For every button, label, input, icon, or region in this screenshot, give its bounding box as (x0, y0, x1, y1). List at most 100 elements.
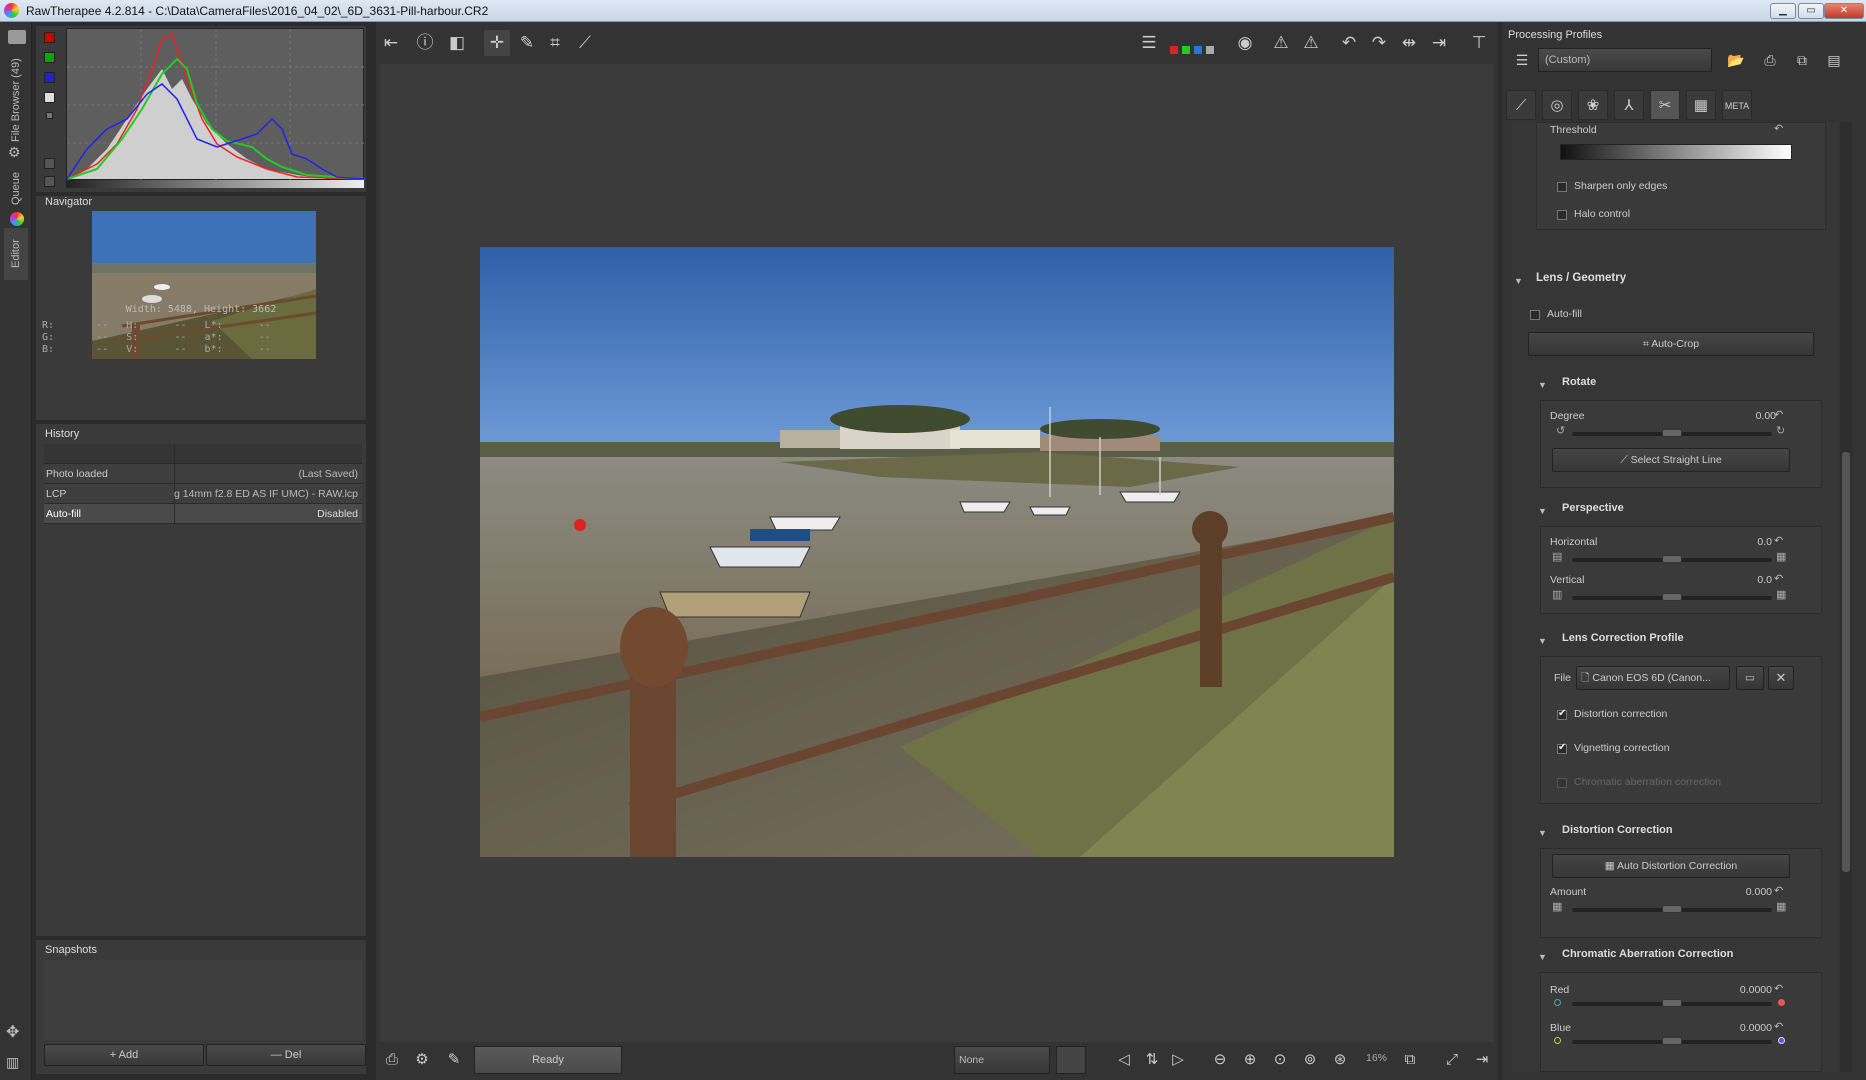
gear-icon[interactable]: ⚙ (8, 144, 21, 161)
vignetting-correction-checkbox[interactable] (1557, 742, 1567, 754)
ca-correction-title[interactable]: Chromatic Aberration Correction (1562, 948, 1733, 960)
background-color-swatch[interactable] (1056, 1046, 1086, 1074)
hide-right-panel-icon[interactable]: ⇥ (1470, 1047, 1494, 1073)
straighten-tool-icon[interactable]: ⟋ (572, 30, 598, 56)
halo-control-checkbox[interactable] (1557, 210, 1567, 220)
history-row[interactable]: LCP g 14mm f2.8 ED AS IF UMC) - RAW.lcp (44, 484, 362, 504)
profile-list-icon[interactable]: ☰ (1510, 48, 1534, 72)
threshold-curve[interactable] (1560, 144, 1792, 160)
tab-file-browser[interactable]: File Browser (49) (4, 48, 28, 152)
rotate-title[interactable]: Rotate (1562, 376, 1596, 388)
red-channel-preview[interactable] (1170, 46, 1178, 54)
flip-vertical-icon[interactable]: ⇥ (1426, 30, 1452, 56)
info-icon[interactable]: ⓘ (412, 30, 438, 56)
lens-profile-file-chooser[interactable]: 🗋 Canon EOS 6D (Canon... (1576, 666, 1730, 690)
horizontal-slider[interactable] (1572, 555, 1772, 563)
zoom-fit-icon[interactable]: ⊙ (1268, 1047, 1292, 1073)
zoom-fit-crop-icon[interactable]: ⊛ (1328, 1047, 1352, 1073)
clear-profile-button[interactable]: ✕ (1768, 666, 1794, 690)
perspective-title[interactable]: Perspective (1562, 502, 1624, 514)
green-channel-preview[interactable] (1182, 46, 1190, 54)
tool-panel-scrollbar[interactable] (1840, 122, 1852, 1072)
collapse-perspective-icon[interactable]: ▼ (1538, 506, 1547, 516)
zoom-in-icon[interactable]: ⊕ (1238, 1047, 1262, 1073)
history-row[interactable]: Photo loaded (Last Saved) (44, 464, 362, 484)
red-channel-toggle[interactable] (44, 32, 55, 43)
degree-slider[interactable] (1572, 429, 1772, 437)
new-detail-window-icon[interactable]: ⧉ (1398, 1047, 1422, 1073)
sync-icon[interactable]: ⇅ (1140, 1047, 1164, 1073)
blue-slider[interactable] (1572, 1037, 1772, 1045)
rotate-left-icon[interactable]: ↶ (1336, 30, 1362, 56)
vertical-reset-icon[interactable]: ↶ (1774, 572, 1783, 585)
tab-metadata-icon[interactable]: META (1722, 90, 1752, 120)
blue-channel-preview[interactable] (1194, 46, 1202, 54)
load-profile-icon[interactable]: 📂 (1724, 48, 1748, 72)
horizontal-value[interactable]: 0.0 (1732, 536, 1772, 548)
blue-reset-icon[interactable]: ↶ (1774, 1020, 1783, 1033)
rotate-right-icon[interactable]: ↷ (1366, 30, 1392, 56)
hide-left-panel-icon[interactable]: ⇤ (378, 30, 404, 56)
amount-slider-knob[interactable] (1662, 905, 1682, 913)
clipped-shadows-icon[interactable]: ⚠ (1268, 30, 1294, 56)
threshold-reset-icon[interactable]: ↶ (1774, 122, 1783, 135)
add-snapshot-button[interactable]: + Add (44, 1044, 204, 1066)
close-button[interactable]: ✕ (1824, 3, 1864, 19)
sharpen-only-edges-checkbox[interactable] (1557, 182, 1567, 192)
red-slider-knob[interactable] (1662, 999, 1682, 1007)
tab-advanced-icon[interactable]: ⅄ (1614, 90, 1644, 120)
auto-crop-button[interactable]: ⌗ Auto-Crop (1528, 332, 1814, 356)
tab-transform-icon[interactable]: ✂ (1650, 90, 1680, 120)
open-folder-button[interactable]: ▭ (1736, 666, 1764, 690)
horizontal-slider-knob[interactable] (1662, 555, 1682, 563)
external-editor-icon[interactable]: ✎ (442, 1047, 466, 1073)
red-value[interactable]: 0.0000 (1712, 984, 1772, 996)
crop-tool-icon[interactable]: ⌗ (542, 30, 568, 56)
tab-queue[interactable]: Queue (4, 160, 28, 216)
hide-top-panel-icon[interactable]: ⊤ (1466, 30, 1492, 56)
before-after-icon[interactable]: ◧ (444, 30, 470, 56)
collapse-rotate-icon[interactable]: ▼ (1538, 380, 1547, 390)
chroma-toggle[interactable] (46, 112, 53, 119)
save-profile-icon[interactable]: ⎙ (1758, 48, 1782, 72)
scrollbar-thumb[interactable] (1842, 452, 1850, 872)
degree-reset-icon[interactable]: ↶ (1774, 408, 1783, 421)
blue-value[interactable]: 0.0000 (1712, 1022, 1772, 1034)
vertical-value[interactable]: 0.0 (1732, 574, 1772, 586)
preview-modes-icon[interactable]: ☰ (1136, 30, 1162, 56)
distortion-correction-checkbox[interactable] (1557, 708, 1567, 720)
blue-slider-knob[interactable] (1662, 1037, 1682, 1045)
hand-tool-icon[interactable]: ✛ (484, 30, 510, 56)
green-channel-toggle[interactable] (44, 52, 55, 63)
color-management-select[interactable]: None (954, 1046, 1050, 1074)
luminance-preview[interactable] (1206, 46, 1214, 54)
distortion-correction-title[interactable]: Distortion Correction (1562, 824, 1673, 836)
filmstrip-icon[interactable]: ▥ (6, 1054, 19, 1071)
bar-toggle[interactable] (44, 176, 55, 187)
minimize-button[interactable]: ▁ (1770, 3, 1796, 19)
vertical-slider[interactable] (1572, 593, 1772, 601)
save-image-icon[interactable]: ⎙ (380, 1047, 404, 1073)
move-icon[interactable]: ✥ (6, 1022, 19, 1042)
zoom-100-icon[interactable]: ⊚ (1298, 1047, 1322, 1073)
folder-icon[interactable] (8, 30, 26, 44)
white-balance-picker-icon[interactable]: ✎ (514, 30, 540, 56)
degree-slider-knob[interactable] (1662, 429, 1682, 437)
main-photo[interactable] (480, 247, 1394, 857)
next-image-icon[interactable]: ▷ (1166, 1047, 1190, 1073)
lens-geometry-title[interactable]: Lens / Geometry (1536, 272, 1626, 284)
raw-histogram-toggle[interactable] (44, 158, 55, 169)
vertical-slider-knob[interactable] (1662, 593, 1682, 601)
blue-channel-toggle[interactable] (44, 72, 55, 83)
auto-fill-checkbox[interactable] (1530, 310, 1540, 320)
editor-icon[interactable] (10, 212, 24, 226)
horizontal-reset-icon[interactable]: ↶ (1774, 534, 1783, 547)
luminance-toggle[interactable] (44, 92, 55, 103)
tab-color-icon[interactable]: ❀ (1578, 90, 1608, 120)
collapse-distortion-icon[interactable]: ▼ (1538, 828, 1547, 838)
collapse-ca-icon[interactable]: ▼ (1538, 952, 1547, 962)
previous-image-icon[interactable]: ◁ (1112, 1047, 1136, 1073)
flip-horizontal-icon[interactable]: ⇹ (1396, 30, 1422, 56)
red-reset-icon[interactable]: ↶ (1774, 982, 1783, 995)
lens-profile-title[interactable]: Lens Correction Profile (1562, 632, 1684, 644)
